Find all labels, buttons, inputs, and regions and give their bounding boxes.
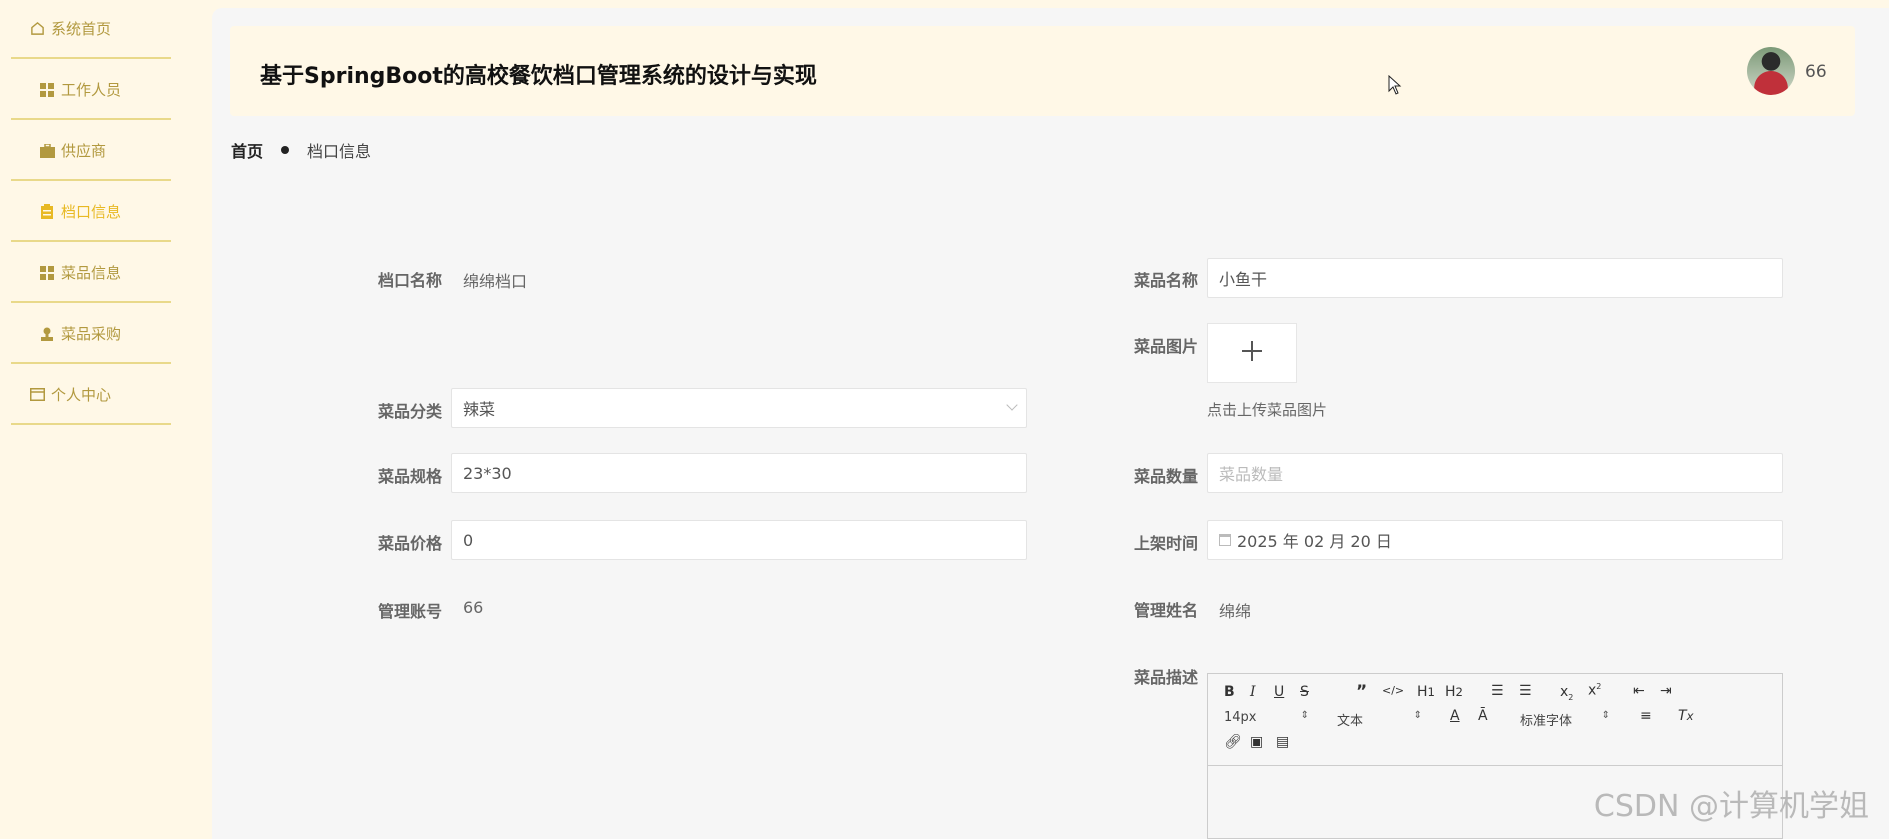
clear-format-icon[interactable]: Tx [1678,708,1693,724]
h2-button[interactable]: H2 [1445,684,1463,700]
sidebar-item-staff[interactable]: 工作人员 [11,61,171,120]
subscript-button[interactable]: x2 [1560,684,1573,702]
font-family-select[interactable]: 标准字体 ⇕ [1520,710,1610,729]
font-size-select[interactable]: 14px ⇕ [1224,710,1309,725]
select-arrows-icon: ⇕ [1413,710,1422,721]
manager-name-value: 绵绵 [1219,602,1252,621]
briefcase-icon [39,143,55,159]
outdent-icon[interactable]: ⇤ [1633,683,1645,699]
listing-time-label: 上架时间 [1133,534,1198,553]
select-arrows-icon: ⇕ [1601,710,1610,721]
breadcrumb-current: 档口信息 [307,142,372,161]
category-label: 菜品分类 [377,402,442,421]
clipboard-icon [39,204,55,220]
ordered-list-icon[interactable]: ☰ [1491,683,1504,699]
stall-name-label: 档口名称 [377,271,442,290]
watermark: CSDN @计算机学姐 [1593,789,1869,824]
spec-input[interactable]: 23*30 [451,453,1027,493]
manager-account-value: 66 [463,598,484,617]
description-label: 菜品描述 [1133,668,1198,687]
plus-icon [1241,340,1263,366]
spec-label: 菜品规格 [377,467,442,486]
sidebar-item-profile[interactable]: 个人中心 [11,366,171,425]
mouse-cursor-icon [1388,74,1402,100]
grid-icon [39,82,55,98]
strike-button[interactable]: S [1300,684,1309,700]
font-family-value: 标准字体 [1520,714,1573,729]
indent-icon[interactable]: ⇥ [1660,683,1672,699]
quantity-input[interactable]: 菜品数量 [1207,453,1783,493]
stall-name-value: 绵绵档口 [463,272,528,291]
superscript-button[interactable]: x2 [1588,682,1601,699]
h1-button[interactable]: H1 [1417,684,1435,700]
sidebar-item-home[interactable]: 系统首页 [11,0,171,59]
font-color-icon[interactable]: A [1450,708,1460,724]
quantity-label: 菜品数量 [1133,467,1198,486]
sidebar-item-label: 工作人员 [61,81,122,99]
select-arrows-icon: ⇕ [1300,710,1309,721]
sidebar-item-label: 档口信息 [61,203,122,221]
image-upload-button[interactable] [1207,323,1297,383]
stamp-icon [39,326,55,342]
text-type-select[interactable]: 文本 ⇕ [1337,710,1422,729]
upload-hint: 点击上传菜品图片 [1207,401,1328,419]
breadcrumb-separator-icon [281,146,290,154]
sidebar-item-label: 供应商 [61,142,107,160]
blockquote-icon[interactable]: ” [1356,682,1367,702]
sidebar-item-label: 菜品采购 [61,325,122,343]
italic-button[interactable]: I [1250,684,1256,700]
chevron-down-icon [1006,399,1018,411]
text-type-value: 文本 [1337,714,1364,729]
category-select[interactable]: 辣菜 [451,388,1027,428]
home-icon [29,21,45,37]
header-bar: 基于SpringBoot的高校餐饮档口管理系统的设计与实现 66 [230,26,1855,116]
manager-name-label: 管理姓名 [1133,601,1198,620]
category-selected-value: 辣菜 [463,400,496,419]
price-label: 菜品价格 [377,534,442,553]
header-username[interactable]: 66 [1805,62,1827,82]
sidebar-item-label: 系统首页 [51,20,112,38]
dish-image-label: 菜品图片 [1133,337,1198,356]
video-icon[interactable]: ▤ [1276,734,1289,750]
grid-icon [39,265,55,281]
dish-name-label: 菜品名称 [1133,271,1198,290]
align-icon[interactable]: ≡ [1640,708,1652,724]
link-icon[interactable]: 🔗︎ [1224,734,1242,750]
underline-button[interactable]: U [1274,684,1284,700]
sidebar-item-dish-purchase[interactable]: 菜品采购 [11,305,171,364]
background-color-icon[interactable]: Ā [1478,708,1488,724]
sidebar-item-stall-info[interactable]: 档口信息 [11,183,171,242]
dish-name-input[interactable]: 小鱼干 [1207,258,1783,298]
listing-time-picker[interactable]: 2025 年 02 月 20 日 [1207,520,1783,560]
manager-account-label: 管理账号 [377,602,442,621]
sidebar-item-supplier[interactable]: 供应商 [11,122,171,181]
bullet-list-icon[interactable]: ☰ [1519,683,1532,699]
code-block-icon[interactable]: </> [1382,684,1404,697]
id-card-icon [29,387,45,403]
breadcrumb-home[interactable]: 首页 [231,138,263,162]
listing-time-value: 2025 年 02 月 20 日 [1237,532,1392,551]
bold-button[interactable]: B [1224,684,1235,700]
page-title: 基于SpringBoot的高校餐饮档口管理系统的设计与实现 [260,64,817,89]
sidebar-item-dish-info[interactable]: 菜品信息 [11,244,171,303]
font-size-value: 14px [1224,710,1257,725]
sidebar-item-label: 个人中心 [51,386,112,404]
image-icon[interactable]: ▣ [1250,734,1263,750]
avatar[interactable] [1747,47,1795,95]
sidebar: 系统首页 工作人员 供应商 档口信息 菜品信息 菜品采购 个人中心 [0,0,212,839]
editor-toolbar: B I U S ” </> H1 H2 ☰ ☰ x2 x2 ⇤ ⇥ 14px ⇕ … [1208,674,1782,766]
calendar-icon [1219,534,1231,546]
sidebar-item-label: 菜品信息 [61,264,122,282]
price-input[interactable]: 0 [451,520,1027,560]
breadcrumb: 首页 档口信息 [231,138,371,162]
